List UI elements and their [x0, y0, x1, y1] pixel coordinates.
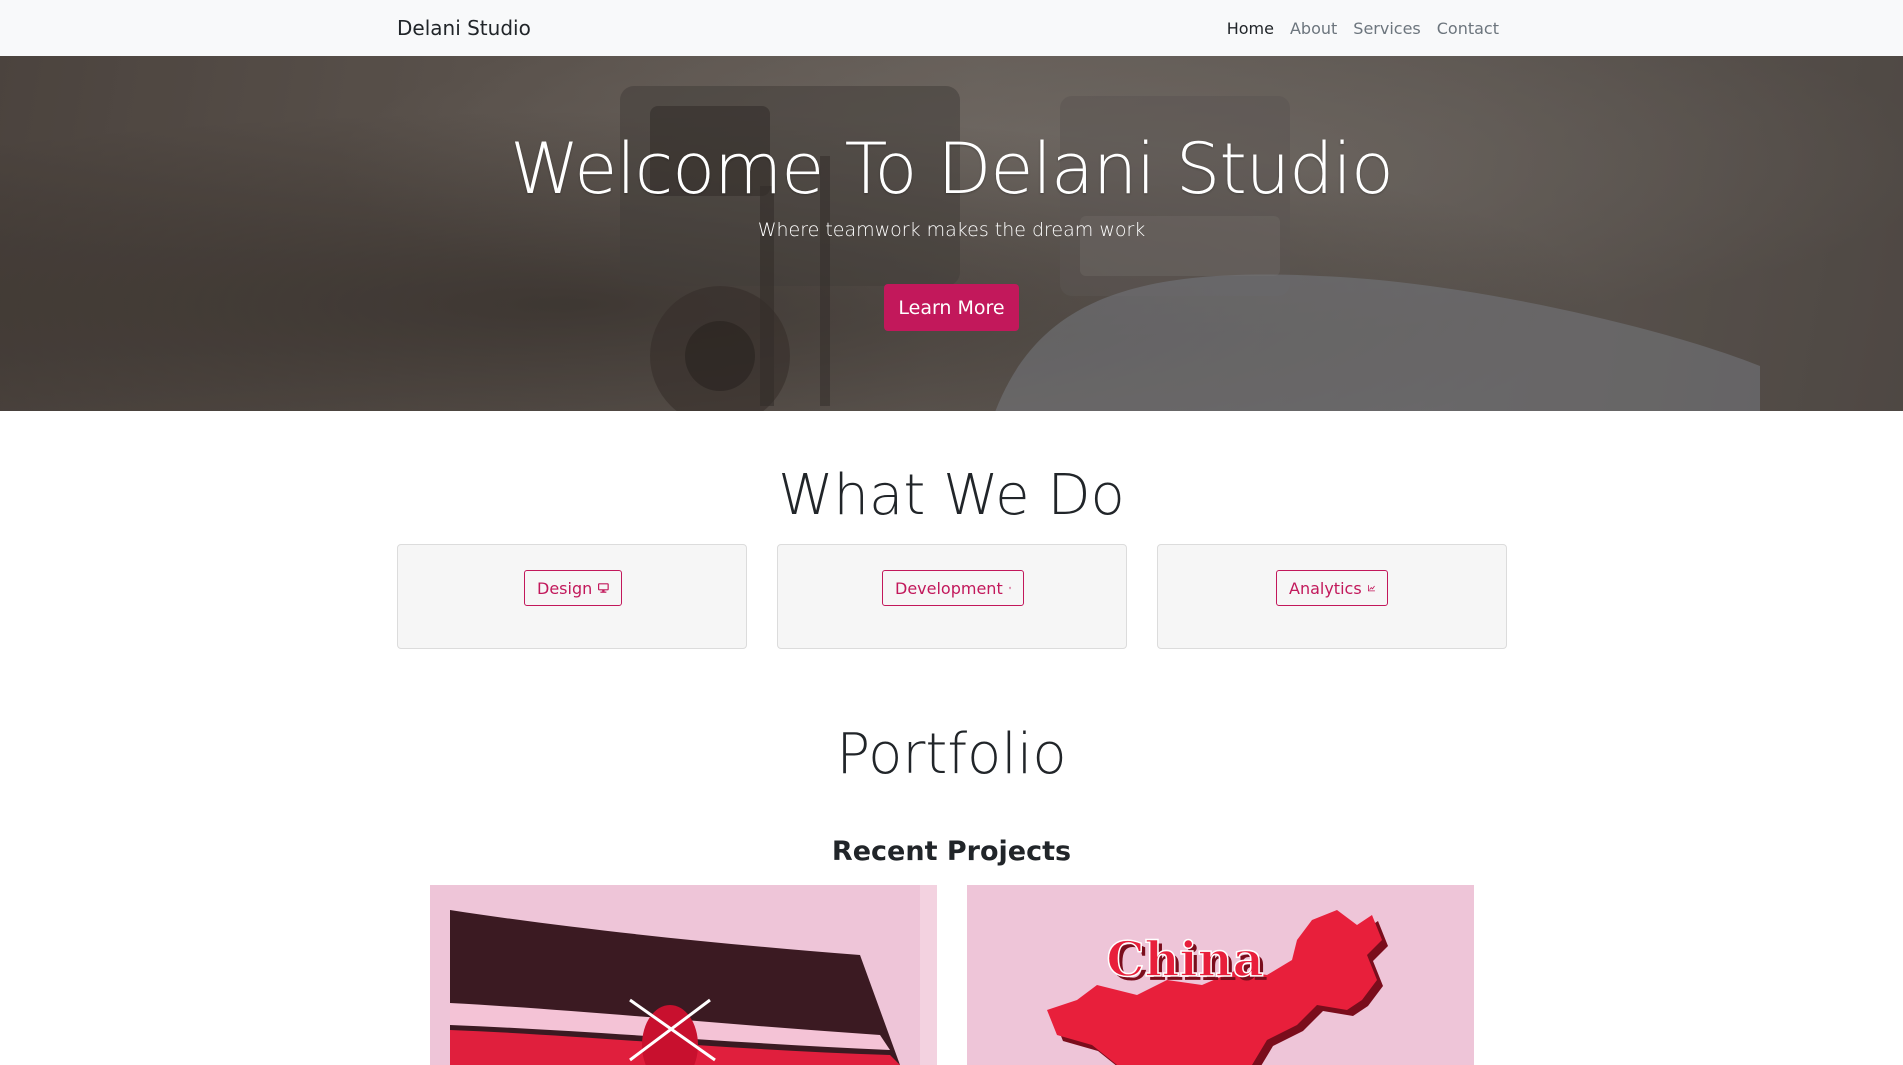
nav-links: Home About Services Contact	[1227, 19, 1499, 38]
nav-link-about[interactable]: About	[1290, 19, 1337, 38]
recent-projects-title: Recent Projects	[831, 836, 1072, 867]
nav-link-contact[interactable]: Contact	[1437, 19, 1499, 38]
hero-subtitle: Where teamwork makes the dream work	[757, 219, 1146, 241]
china-map-image: China China	[967, 885, 1474, 1065]
css3-icon	[1008, 586, 1011, 590]
learn-more-button[interactable]: Learn More	[884, 284, 1019, 331]
analytics-label: Analytics	[1289, 578, 1362, 598]
project-card-china[interactable]: China China	[967, 885, 1474, 1065]
portfolio-title: Portfolio	[836, 722, 1067, 787]
chart-line-icon	[1367, 585, 1375, 592]
service-card-analytics: Analytics	[1157, 544, 1507, 649]
design-button[interactable]: Design	[524, 570, 622, 606]
analytics-button[interactable]: Analytics	[1276, 570, 1388, 606]
project-card-kenya[interactable]	[430, 885, 937, 1065]
development-button[interactable]: Development	[882, 570, 1024, 606]
china-caption: China	[1106, 932, 1263, 988]
hero-title: Welcome To Delani Studio	[510, 128, 1394, 210]
nav-link-services[interactable]: Services	[1353, 19, 1420, 38]
design-label: Design	[537, 578, 593, 598]
what-we-do-title: What We Do	[778, 463, 1125, 528]
brand-link[interactable]: Delani Studio	[397, 16, 531, 40]
service-card-development: Development	[777, 544, 1127, 649]
nav-link-home[interactable]: Home	[1227, 19, 1274, 38]
navbar: Delani Studio Home About Services Contac…	[0, 0, 1903, 56]
hero-section: Welcome To Delani Studio Where teamwork …	[0, 56, 1903, 411]
kenya-flag-image	[430, 885, 937, 1065]
development-label: Development	[895, 578, 1003, 598]
desktop-icon	[598, 583, 609, 593]
service-card-design: Design	[397, 544, 747, 649]
